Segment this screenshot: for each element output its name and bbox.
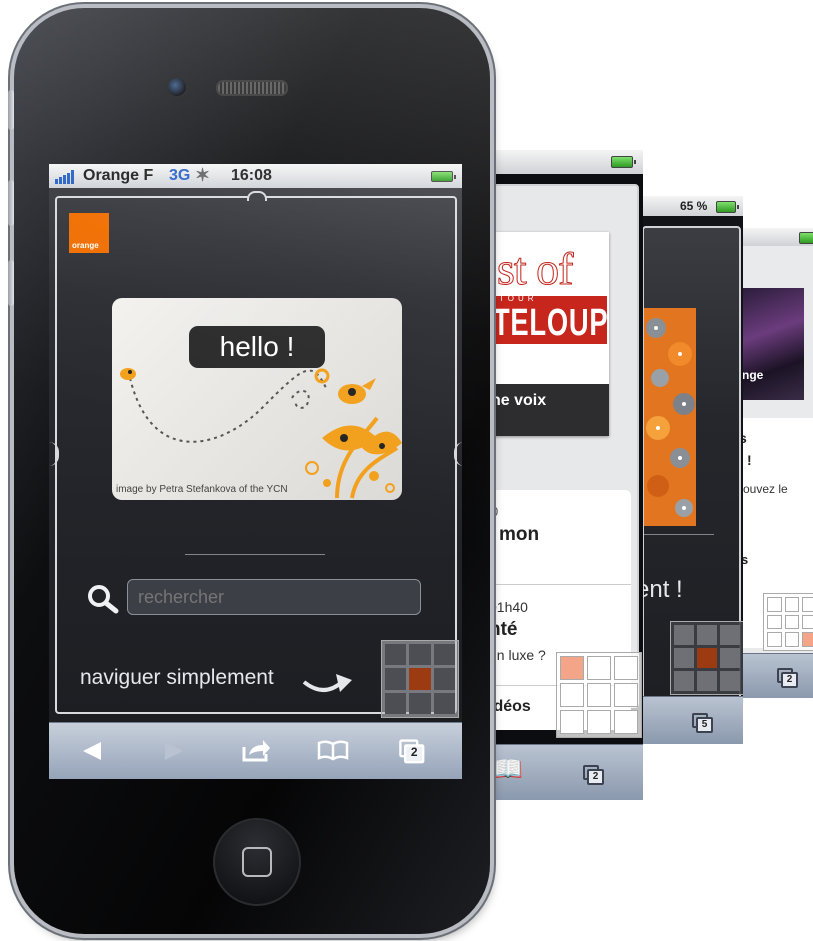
phone-screen: Orange F 3G ✶ 16:08 orange hello ! image…: [49, 164, 462, 779]
top-notch: [247, 191, 267, 201]
home-button[interactable]: [213, 818, 301, 906]
browser-toolbar: 2: [49, 722, 462, 779]
mute-switch: [8, 90, 14, 130]
status-bar: [483, 150, 643, 174]
artwork-image[interactable]: [644, 308, 696, 526]
battery-icon: [716, 201, 739, 213]
text-line: !: [747, 452, 752, 468]
hello-card[interactable]: hello ! image by Petra Stefankova of the…: [112, 298, 402, 500]
browser-toolbar: 2: [735, 653, 813, 698]
back-screen-1: st of TOUR TELOUP he voix 0 mon 01h40 nt…: [483, 150, 643, 800]
nav-grid[interactable]: [763, 593, 813, 651]
status-bar: 65 %: [640, 196, 743, 216]
album-caption: he voix: [491, 392, 547, 409]
search-input[interactable]: [127, 579, 421, 615]
tabs-icon[interactable]: 2: [583, 765, 604, 785]
signal-icon: [55, 170, 79, 189]
album-title: st of: [497, 243, 574, 295]
volume-down-button: [8, 260, 14, 306]
orange-logo[interactable]: orange: [69, 213, 109, 253]
status-bar: Orange F 3G ✶ 16:08: [49, 164, 462, 188]
activity-spinner-icon: ✶: [195, 165, 211, 185]
nav-grid[interactable]: [556, 652, 642, 738]
monsters-illustration: [644, 308, 696, 526]
back-screen-2: 65 % ent ! 5: [640, 196, 743, 744]
tabs-icon[interactable]: 2: [777, 668, 798, 688]
carrier-name: Orange F: [83, 167, 154, 184]
bookmarks-icon[interactable]: 📖: [493, 755, 523, 784]
network-type: 3G: [169, 167, 191, 184]
browser-toolbar: 📖 2: [483, 744, 643, 800]
battery-icon: [611, 156, 636, 168]
web-content: orange hello ! image by Petra Stefankova…: [49, 188, 462, 722]
share-icon[interactable]: [241, 737, 271, 768]
volume-up-button: [8, 180, 14, 226]
bookmarks-icon[interactable]: [317, 739, 349, 766]
image-label: nge: [742, 368, 764, 382]
nav-grid[interactable]: [670, 621, 743, 695]
tabs-icon[interactable]: 5: [692, 713, 713, 733]
battery-icon: [799, 232, 813, 244]
divider: [185, 554, 325, 555]
browser-toolbar: 5: [640, 696, 743, 744]
tabs-icon[interactable]: 2: [399, 739, 425, 764]
battery-icon: [431, 171, 456, 182]
hello-bubble: hello !: [189, 326, 325, 368]
forward-arrow-icon[interactable]: [163, 740, 185, 767]
clock: 16:08: [231, 167, 272, 184]
earpiece-speaker: [216, 80, 288, 96]
curved-arrow-icon: [302, 668, 354, 703]
navigate-text: naviguer simplement: [80, 666, 274, 689]
status-bar: [735, 228, 813, 246]
headline-text: ent !: [640, 576, 683, 603]
thumbnail-image[interactable]: nge: [740, 288, 804, 400]
album-artist: TELOUP: [493, 302, 609, 344]
back-arrow-icon[interactable]: [81, 740, 103, 767]
back-screen-3: nge s ! rouvez le s 2: [735, 228, 813, 698]
nav-grid[interactable]: [381, 640, 459, 718]
text-line: rouvez le: [739, 482, 788, 496]
album-card[interactable]: st of TOUR TELOUP he voix: [483, 232, 609, 436]
home-square-icon: [242, 847, 272, 877]
front-camera: [166, 76, 188, 98]
image-credit: image by Petra Stefankova of the YCN: [116, 484, 288, 495]
list-item[interactable]: 0 mon: [483, 490, 631, 585]
search-icon[interactable]: [87, 584, 119, 619]
battery-percent: 65 %: [680, 199, 708, 213]
